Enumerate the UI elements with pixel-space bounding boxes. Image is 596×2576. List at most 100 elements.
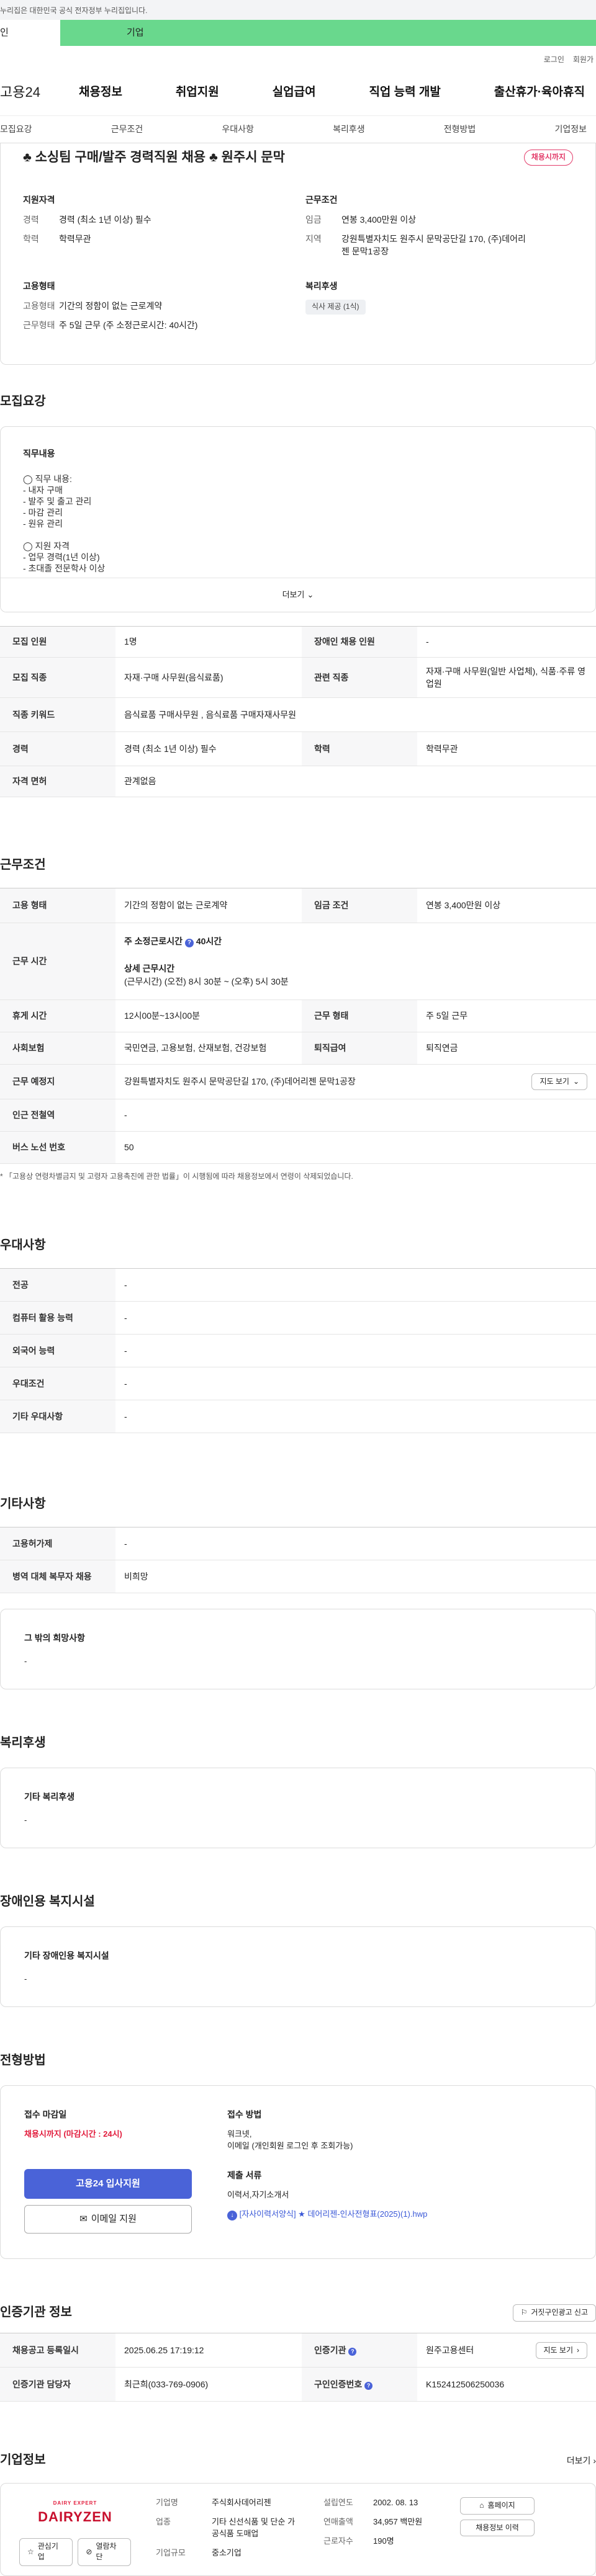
table-row: 고용허가제 -	[0, 1527, 596, 1561]
apply-heading: 전형방법	[0, 2054, 46, 2068]
duty-line: - 내자 구매	[23, 485, 63, 496]
table-value: -	[115, 1334, 596, 1368]
duty-line: ◯ 지원 자격	[23, 541, 70, 552]
duty-line: ◯ 직무 내용:	[23, 474, 72, 485]
gov-notice-text: 누리집은 대한민국 공식 전자정부 누리집입니다.	[0, 6, 148, 15]
cert-org-cell: 원주고용센터 지도 보기 ›	[417, 2333, 596, 2368]
map-button[interactable]: 지도 보기 ⌄	[531, 1073, 587, 1091]
table-key: 휴게 시간	[0, 1000, 115, 1032]
tab-company[interactable]: 기업정보	[554, 123, 587, 135]
tab-benefit[interactable]: 복리후생	[333, 123, 365, 135]
company-more-link[interactable]: 더보기 ›	[567, 2454, 596, 2467]
gnb-parental-leave[interactable]: 출산휴가·육아휴직	[494, 84, 585, 101]
table-key: 근무 시간	[0, 923, 115, 1000]
info-icon[interactable]: ?	[364, 2382, 373, 2390]
more-label: 더보기	[282, 589, 305, 599]
report-button[interactable]: ⚐ 거짓구인광고 신고	[512, 2304, 596, 2322]
table-key: 기타 우대사항	[0, 1400, 115, 1434]
summary-emp-heading: 고용형태	[23, 281, 55, 292]
pref-heading: 우대사항	[0, 1238, 46, 1253]
cert-map-button[interactable]: 지도 보기 ›	[535, 2341, 587, 2359]
table-value: 기간의 정함이 없는 근로계약	[115, 888, 302, 923]
portal-tabs: 인 기업	[0, 20, 596, 46]
table-value: 비희망	[115, 1560, 596, 1594]
homepage-button[interactable]: ⌂ 홈페이지	[460, 2497, 535, 2515]
tab-recruit[interactable]: 모집요강	[0, 123, 32, 135]
table-row: 인증기관 담당자 최근희(033-769-0906) 구인인증번호 ? K152412…	[0, 2367, 596, 2402]
block-company-button[interactable]: ⊘ 열람차단	[78, 2538, 131, 2566]
portal-tab-personal[interactable]: 인	[0, 20, 60, 46]
company-logo-name: DAIRYZEN	[38, 2508, 112, 2525]
summary-label: 고용형태	[23, 301, 55, 311]
cert-heading: 인증기관 정보	[0, 2305, 72, 2320]
gnb-jobs[interactable]: 채용정보	[79, 84, 122, 101]
anchor-tabs: 모집요강 근무조건 우대사항 복리후생 전형방법 기업정보	[0, 116, 596, 143]
login-link[interactable]: 로그인	[544, 55, 564, 69]
disabled-box-heading: 기타 장애인용 복지시설	[24, 1951, 109, 1961]
table-row: 직종 키워드 음식료품 구매사무원 , 음식료품 구매자재사무원	[0, 697, 596, 732]
tab-pref[interactable]: 우대사항	[222, 123, 254, 135]
signup-link[interactable]: 회원가	[573, 55, 594, 69]
table-key: 고용 형태	[0, 888, 115, 923]
company-logo-top: DAIRY EXPERT	[53, 2500, 97, 2507]
gnb-training[interactable]: 직업 능력 개발	[369, 84, 440, 101]
table-key: 모집 인원	[0, 626, 115, 658]
block-label: 열람차단	[96, 2541, 117, 2562]
detail-hours-value: (근무시간) (오전) 8시 30분 ~ (오후) 5시 30분	[124, 976, 289, 986]
company-value: 중소기업	[212, 2547, 242, 2557]
company-key: 연매출액	[323, 2517, 353, 2527]
disabled-box-value: -	[24, 1974, 27, 1983]
docs-heading: 제출 서류	[227, 2170, 262, 2181]
job-history-button[interactable]: 채용정보 이력	[460, 2519, 535, 2537]
favorite-company-button[interactable]: ☆ 관심기업	[19, 2538, 73, 2566]
more-toggle[interactable]: 더보기 ⌄	[1, 578, 595, 612]
gnb-unemployment[interactable]: 실업급여	[273, 84, 316, 101]
company-value: 주식회사데어리젠	[212, 2498, 271, 2508]
email-apply-button[interactable]: ✉ 이메일 지원	[24, 2204, 192, 2234]
portal-tab-company[interactable]: 기업	[60, 20, 596, 46]
chevron-down-icon: ⌄	[307, 589, 314, 599]
cert-table: 채용공고 등록일시 2025.06.25 17:19:12 인증기관 ? 원주고용센터…	[0, 2333, 596, 2402]
info-icon[interactable]: ?	[184, 939, 194, 948]
tab-work[interactable]: 근무조건	[111, 123, 143, 135]
company-card: DAIRY EXPERT DAIRYZEN ☆ 관심기업 ⊘ 열람차단 기업명 주식회…	[0, 2483, 596, 2576]
table-key: 구인인증번호 ?	[302, 2367, 417, 2402]
etc-table: 고용허가제 - 병역 대체 복무자 채용 비희망	[0, 1527, 596, 1594]
table-key: 인증기관 ?	[302, 2333, 417, 2368]
gnb-employment-support[interactable]: 취업지원	[176, 84, 219, 101]
pref-table: 전공 - 컴퓨터 활용 능력 - 외국어 능력 - 우대조건 - 기타 우대사항 -	[0, 1268, 596, 1434]
disabled-heading: 장애인용 복지시설	[0, 1895, 95, 1909]
table-value: 관계없음	[115, 766, 596, 797]
table-key: 학력	[302, 731, 417, 766]
table-value: -	[115, 1367, 596, 1401]
info-icon[interactable]: ?	[348, 2348, 357, 2356]
table-key: 모집 직종	[0, 657, 115, 698]
favorite-label: 관심기업	[37, 2541, 58, 2562]
chevron-right-icon: ›	[577, 2345, 579, 2355]
apply-button-label: 고용24 입사지원	[76, 2178, 140, 2189]
summary-value: 학력무관	[59, 233, 91, 244]
company-heading: 기업정보	[0, 2453, 46, 2467]
global-nav: 고용24 채용정보 취업지원 실업급여 직업 능력 개발 출산휴가·육아휴직	[0, 69, 596, 116]
attachment-file[interactable]: ↓ [자사이력서양식] ★ 데어리젠-인사전형표(2025)(1).hwp	[227, 2209, 427, 2220]
age-notice-text: 「고용상 연령차별금지 및 고령자 고용촉진에 관한 법률」이 시행됨에 따라 …	[5, 1172, 353, 1181]
site-logo[interactable]: 고용24	[0, 83, 79, 102]
work-place-value: 강원특별자치도 원주시 문막공단길 170, (주)데어리젠 문막1공장	[124, 1076, 356, 1087]
table-row: 자격 면허 관계없음	[0, 766, 596, 797]
apply-button[interactable]: 고용24 입사지원	[24, 2168, 192, 2199]
company-key: 업종	[156, 2517, 171, 2527]
weekly-hours-label: 주 소정근로시간	[124, 936, 183, 947]
summary-label: 경력	[23, 215, 39, 225]
tab-apply[interactable]: 전형방법	[444, 123, 476, 135]
cert-org-label: 인증기관	[314, 2345, 346, 2356]
table-row: 사회보험 국민연금, 고용보험, 산재보험, 건강보험 퇴직급여 퇴직연금	[0, 1032, 596, 1065]
table-value: 음식료품 구매사무원 , 음식료품 구매자재사무원	[115, 697, 596, 732]
table-key: 관련 직종	[302, 657, 417, 698]
table-value: -	[417, 626, 596, 658]
table-row: 근무 예정지 강원특별자치도 원주시 문막공단길 170, (주)데어리젠 문막1…	[0, 1064, 596, 1099]
duty-line: - 원유 관리	[23, 519, 63, 529]
table-row: 컴퓨터 활용 능력 -	[0, 1301, 596, 1335]
age-notice: * 「고용상 연령차별금지 및 고령자 고용촉진에 관한 법률」이 시행됨에 따…	[0, 1172, 353, 1181]
benefit-heading: 복리후생	[0, 1736, 46, 1750]
company-key: 기업명	[156, 2498, 178, 2508]
